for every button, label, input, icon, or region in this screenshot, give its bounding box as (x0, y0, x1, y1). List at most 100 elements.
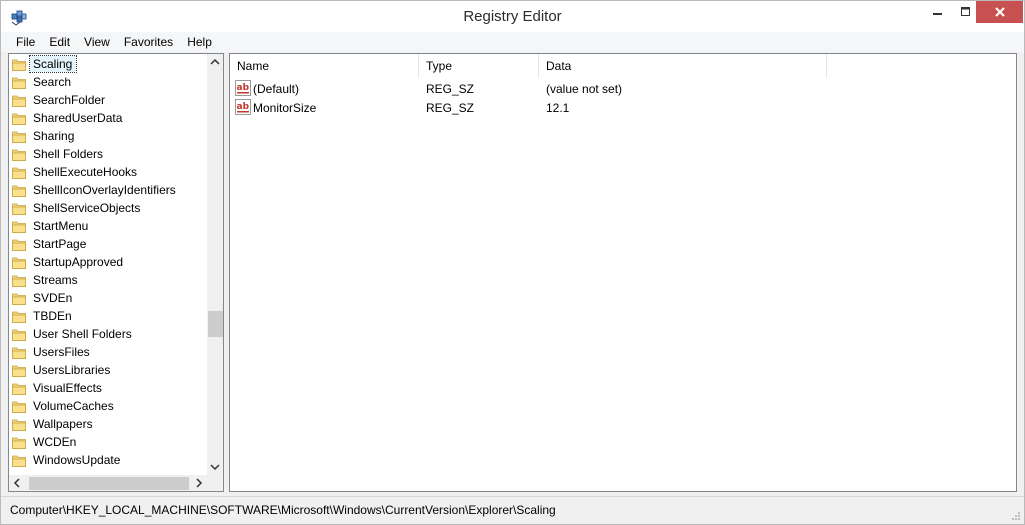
folder-icon (12, 275, 26, 287)
tree-item-label: Shell Folders (33, 147, 104, 161)
tree-item-label: Scaling (28, 55, 78, 73)
folder-icon (12, 311, 26, 323)
tree-item-shelliconoverlayidentifiers[interactable]: ShellIconOverlayIdentifiers (9, 181, 207, 199)
tree-item-label: Streams (33, 273, 78, 287)
tree-item-streams[interactable]: Streams (9, 271, 207, 289)
tree-item-startupapproved[interactable]: StartupApproved (9, 253, 207, 271)
tree-item-label: StartupApproved (33, 255, 124, 269)
resize-grip-icon[interactable] (1011, 511, 1021, 521)
tree-item-label: TBDEn (33, 309, 72, 323)
tree-item-label: StartPage (33, 237, 87, 251)
tree-item-label: ShellIconOverlayIdentifiers (33, 183, 176, 197)
minimize-icon (932, 13, 942, 15)
minimize-button[interactable] (923, 1, 952, 23)
folder-icon (12, 293, 26, 305)
value-name: MonitorSize (253, 101, 317, 115)
menu-edit[interactable]: Edit (42, 32, 77, 52)
window-title: Registry Editor (463, 8, 562, 25)
tree-item-label: WCDEn (33, 435, 77, 449)
tree-horizontal-scrollbar[interactable] (9, 475, 207, 491)
title-bar[interactable]: Registry Editor (1, 1, 1024, 32)
tree-item-label: SearchFolder (33, 93, 106, 107)
tree-item-label: SharedUserData (33, 111, 123, 125)
tree-item-startmenu[interactable]: StartMenu (9, 217, 207, 235)
tree-item-shareduserdata[interactable]: SharedUserData (9, 109, 207, 127)
folder-icon (12, 419, 26, 431)
scroll-up-arrow-icon[interactable] (210, 58, 220, 66)
tree-item-svden[interactable]: SVDEn (9, 289, 207, 307)
tree-item-scaling[interactable]: Scaling (9, 55, 207, 73)
folder-icon (12, 131, 26, 143)
value-data: (value not set) (546, 82, 623, 96)
folder-icon (12, 383, 26, 395)
value-data: 12.1 (546, 101, 570, 115)
folder-icon (12, 95, 26, 107)
tree-item-sharing[interactable]: Sharing (9, 127, 207, 145)
scroll-right-arrow-icon[interactable] (195, 478, 203, 488)
folder-icon (12, 401, 26, 413)
menu-help[interactable]: Help (180, 32, 219, 52)
tree-item-shell-folders[interactable]: Shell Folders (9, 145, 207, 163)
column-header-type[interactable]: Type (419, 54, 539, 78)
tree-item-search[interactable]: Search (9, 73, 207, 91)
menu-file[interactable]: File (9, 32, 42, 52)
tree-item-shellserviceobjects[interactable]: ShellServiceObjects (9, 199, 207, 217)
tree-item-startpage[interactable]: StartPage (9, 235, 207, 253)
tree-item-label: VisualEffects (33, 381, 102, 395)
tree-item-wcden[interactable]: WCDEn (9, 433, 207, 451)
tree-item-searchfolder[interactable]: SearchFolder (9, 91, 207, 109)
folder-icon (12, 257, 26, 269)
menu-favorites[interactable]: Favorites (117, 32, 180, 52)
scroll-left-arrow-icon[interactable] (13, 478, 21, 488)
scroll-down-arrow-icon[interactable] (210, 463, 220, 471)
tree-item-volumecaches[interactable]: VolumeCaches (9, 397, 207, 415)
tree-item-label: ShellServiceObjects (33, 201, 141, 215)
tree-item-label: WindowsUpdate (33, 453, 121, 467)
tree-item-label: SVDEn (33, 291, 73, 305)
tree-item-wallpapers[interactable]: Wallpapers (9, 415, 207, 433)
close-button[interactable] (976, 1, 1023, 23)
folder-icon (12, 167, 26, 179)
value-type: REG_SZ (426, 101, 475, 115)
tree-item-tbden[interactable]: TBDEn (9, 307, 207, 325)
svg-text:ab: ab (237, 83, 250, 93)
tree-vertical-scroll-thumb[interactable] (208, 311, 223, 337)
folder-icon (12, 365, 26, 377)
tree-list: Scaling Search SearchFolder SharedUserData S… (9, 54, 207, 475)
folder-icon (12, 149, 26, 161)
folder-icon (12, 77, 26, 89)
value-name: (Default) (253, 82, 300, 96)
tree-item-label: Sharing (33, 129, 75, 143)
folder-icon (12, 437, 26, 449)
tree-vertical-scrollbar[interactable] (207, 54, 223, 475)
tree-item-windowsupdate[interactable]: WindowsUpdate (9, 451, 207, 469)
tree-item-user-shell-folders[interactable]: User Shell Folders (9, 325, 207, 343)
tree-item-userslibraries[interactable]: UsersLibraries (9, 361, 207, 379)
maximize-icon (960, 7, 970, 16)
tree-item-label: VolumeCaches (33, 399, 114, 413)
value-row-default[interactable]: ab (Default) REG_SZ (value not set) (230, 79, 1016, 98)
tree-item-usersfiles[interactable]: UsersFiles (9, 343, 207, 361)
tree-item-label: Wallpapers (33, 417, 93, 431)
registry-tree-pane[interactable]: Scaling Search SearchFolder SharedUserData S… (8, 53, 224, 492)
tree-item-label: UsersFiles (33, 345, 90, 359)
string-value-icon: ab (235, 99, 251, 115)
values-list-pane[interactable]: Name Type Data ab (Default) REG_SZ (valu… (229, 53, 1017, 492)
tree-item-label: User Shell Folders (33, 327, 132, 341)
scrollbar-corner (207, 475, 223, 491)
value-row-monitorsize[interactable]: ab MonitorSize REG_SZ 12.1 (230, 98, 1016, 117)
tree-item-shellexecutehooks[interactable]: ShellExecuteHooks (9, 163, 207, 181)
folder-icon (12, 329, 26, 341)
tree-item-label: ShellExecuteHooks (33, 165, 138, 179)
column-header-data[interactable]: Data (539, 54, 827, 78)
folder-icon (12, 239, 26, 251)
tree-horizontal-scroll-thumb[interactable] (29, 477, 189, 490)
menu-bar: File Edit View Favorites Help (1, 32, 1024, 52)
value-type: REG_SZ (426, 82, 475, 96)
status-bar: Computer\HKEY_LOCAL_MACHINE\SOFTWARE\Mic… (1, 496, 1024, 524)
status-key-path: Computer\HKEY_LOCAL_MACHINE\SOFTWARE\Mic… (10, 503, 556, 517)
menu-view[interactable]: View (77, 32, 117, 52)
column-header-name[interactable]: Name (230, 54, 419, 78)
folder-icon (12, 59, 26, 71)
tree-item-visualeffects[interactable]: VisualEffects (9, 379, 207, 397)
